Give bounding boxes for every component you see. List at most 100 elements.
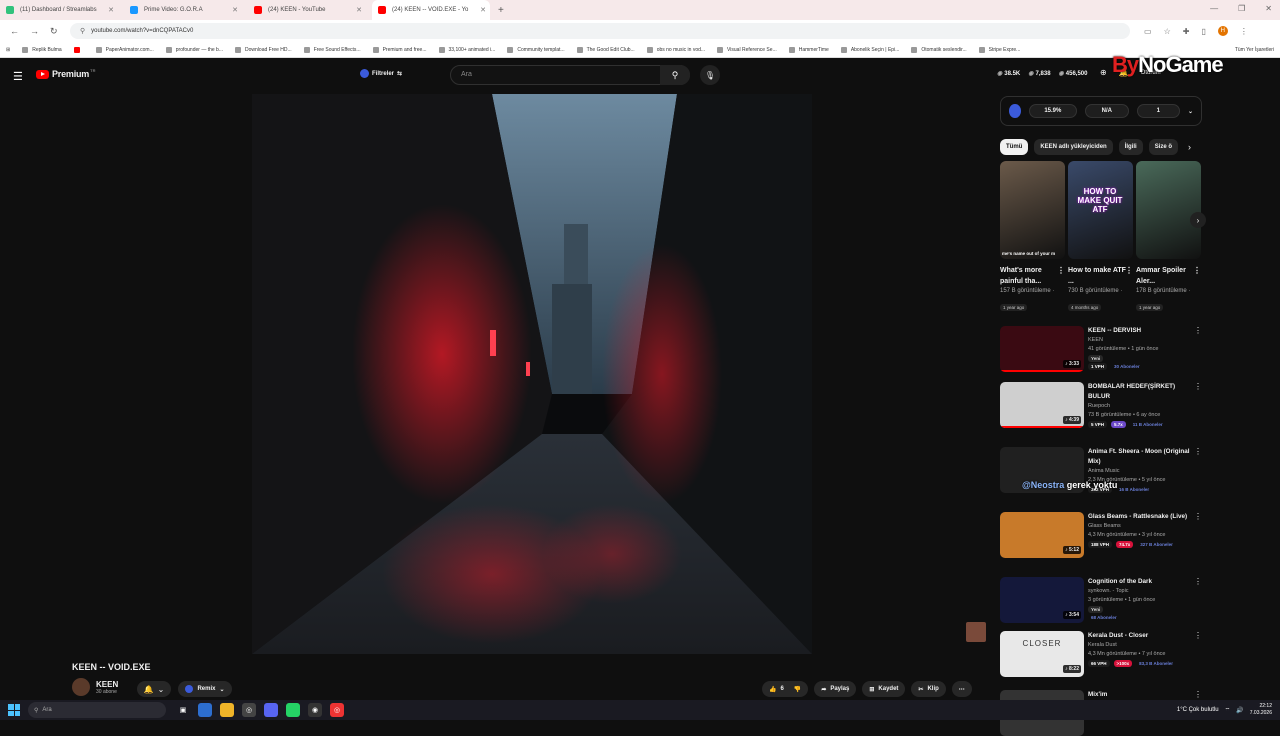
rec-channel[interactable]: synkown. - Topic: [1088, 587, 1192, 596]
filter-chip[interactable]: KEEN adlı yükleyiciden: [1034, 139, 1113, 155]
task-view-icon[interactable]: ▣: [176, 703, 190, 717]
chevron-right-icon[interactable]: ›: [1188, 142, 1191, 152]
rec-channel[interactable]: Glass Beams: [1088, 522, 1192, 531]
tab-close-icon[interactable]: ✕: [356, 6, 362, 14]
more-options-icon[interactable]: ⋮: [1057, 265, 1065, 276]
back-icon[interactable]: ←: [10, 26, 20, 36]
minimize-icon[interactable]: —: [1210, 4, 1218, 13]
windows-start-icon[interactable]: [8, 704, 20, 716]
video-thumbnail[interactable]: ♪ 3:54: [1000, 577, 1084, 623]
bookmark-item[interactable]: Visual Reference Se...: [717, 46, 777, 53]
bookmark-item[interactable]: Abonelik Seçin | Epi...: [840, 46, 899, 53]
taskbar-search[interactable]: ⚲ Ara: [28, 702, 166, 718]
new-tab-icon[interactable]: +: [498, 5, 504, 16]
browser-tab[interactable]: (11) Dashboard / Streamlabs ✕: [0, 0, 118, 20]
bookmark-item[interactable]: 33,100+ animated i...: [438, 46, 495, 53]
hamburger-menu-icon[interactable]: ☰: [13, 70, 23, 83]
bookmark-item[interactable]: profounder — the b...: [165, 46, 223, 53]
rec-channel[interactable]: Kerala Dust: [1088, 641, 1192, 650]
channel-avatar[interactable]: [72, 678, 90, 696]
clock[interactable]: 22:12 7.03.2026: [1250, 703, 1272, 717]
like-button[interactable]: 👍 6 👎: [762, 681, 809, 697]
app-icon[interactable]: [198, 703, 212, 717]
video-thumbnail[interactable]: ♪ 3:33: [1000, 326, 1084, 372]
bookmark-item[interactable]: Community templat...: [507, 46, 565, 53]
search-button[interactable]: ⚲: [660, 65, 690, 85]
bookmark-item[interactable]: Download Free HD...: [235, 46, 292, 53]
weather-label[interactable]: 1°C Çok bulutlu: [1177, 707, 1219, 713]
short-item[interactable]: me's name out of your m What's more painf…: [1000, 161, 1065, 314]
more-options-icon[interactable]: ⋮: [1194, 382, 1202, 391]
video-player[interactable]: [252, 94, 812, 654]
short-item[interactable]: HOW TO MAKE QUIT ATF How to make ATF ... ⋮…: [1068, 161, 1133, 314]
reload-icon[interactable]: ↻: [50, 26, 60, 37]
share-button[interactable]: ➦ Paylaş: [814, 681, 857, 697]
recommended-item[interactable]: ♪ 3:54 Cognition of the Dark synkown. - To…: [1000, 577, 1202, 623]
forward-icon[interactable]: →: [30, 26, 40, 36]
short-thumbnail[interactable]: me's name out of your m: [1000, 161, 1065, 259]
extensions-icon[interactable]: ✚: [1183, 27, 1190, 36]
thumbs-down-icon[interactable]: 👎: [794, 686, 801, 693]
more-actions-button[interactable]: ⋯: [951, 681, 972, 697]
video-thumbnail[interactable]: ♪ 4:39: [1000, 382, 1084, 428]
bookmark-item[interactable]: Replik Bulma: [22, 46, 62, 53]
more-options-icon[interactable]: ⋮: [1193, 265, 1201, 276]
apps-icon[interactable]: ⊞: [6, 47, 10, 53]
short-item[interactable]: Ammar Spoiler Aler... ⋮ 178 B görüntüleme …: [1136, 161, 1201, 314]
cast-icon[interactable]: ▭: [1144, 27, 1152, 36]
bookmark-item[interactable]: Otomatik seslendir...: [911, 46, 967, 53]
remix-button[interactable]: Remix ⌄: [178, 681, 232, 697]
tab-close-icon[interactable]: ✕: [108, 6, 114, 14]
bookmark-item[interactable]: Stripe Expre...: [978, 46, 1020, 53]
close-window-icon[interactable]: ✕: [1265, 4, 1272, 13]
recommended-item[interactable]: ♪ 4:39 BOMBALAR HEDEF(ŞİRKET) BULUR Ruepoc…: [1000, 382, 1202, 428]
short-thumbnail[interactable]: [1136, 161, 1201, 259]
filter-chip[interactable]: Tümü: [1000, 139, 1029, 155]
bookmark-item[interactable]: [73, 46, 84, 53]
rec-channel[interactable]: KEEN: [1088, 336, 1192, 345]
discord-icon[interactable]: [264, 703, 278, 717]
obs-icon[interactable]: ◉: [308, 703, 322, 717]
youtube-logo[interactable]: Premium TR: [36, 68, 95, 79]
browser-tab[interactable]: Prime Video: G.O.R.A ✕: [124, 0, 242, 20]
shorts-next-button[interactable]: ›: [1190, 212, 1206, 228]
whatsapp-icon[interactable]: [286, 703, 300, 717]
more-options-icon[interactable]: ⋮: [1194, 326, 1202, 335]
more-options-icon[interactable]: ⋮: [1194, 447, 1202, 456]
bookmark-item[interactable]: Premium and free...: [372, 46, 427, 53]
save-button[interactable]: ⊞ Kaydet: [862, 681, 906, 697]
channel-info[interactable]: KEEN 30 abone: [72, 678, 118, 696]
recommended-item[interactable]: ♪ 3:33 KEEN -- DERVISH KEEN 41 görüntüleme …: [1000, 326, 1202, 372]
subscription-bell-button[interactable]: 🔔 ⌄: [137, 681, 171, 697]
short-thumbnail[interactable]: HOW TO MAKE QUIT ATF: [1068, 161, 1133, 259]
site-info-icon[interactable]: ⚲: [80, 27, 85, 35]
create-icon[interactable]: ⊕: [1100, 68, 1107, 77]
bookmark-star-icon[interactable]: ☆: [1164, 27, 1171, 36]
filters-button[interactable]: Filtreler ⇆: [360, 69, 402, 78]
bookmark-item[interactable]: PaperAnimator.com...: [95, 46, 154, 53]
tab-close-icon[interactable]: ✕: [480, 6, 486, 14]
browser-tab[interactable]: (24) KEEN -- VOID.EXE - Yo ✕: [372, 0, 490, 20]
file-explorer-icon[interactable]: [220, 703, 234, 717]
chrome-alt-icon[interactable]: ◎: [330, 703, 344, 717]
menu-icon[interactable]: ⋮: [1240, 27, 1248, 36]
more-options-icon[interactable]: ⋮: [1194, 690, 1202, 699]
url-field[interactable]: ⚲ youtube.com/watch?v=dnCQPATACv0: [70, 23, 1130, 39]
profile-avatar[interactable]: H: [1217, 26, 1228, 36]
clip-button[interactable]: ✂ Klip: [911, 681, 946, 697]
maximize-icon[interactable]: ❐: [1238, 4, 1245, 13]
all-bookmarks[interactable]: Tüm Yer İşaretleri: [1235, 47, 1274, 53]
recommended-item[interactable]: CLOSER ♪ 8:22 Kerala Dust - Closer Kerala D…: [1000, 631, 1202, 677]
search-input[interactable]: Ara: [450, 65, 690, 85]
video-thumbnail[interactable]: CLOSER ♪ 8:22: [1000, 631, 1084, 677]
rec-channel[interactable]: Anima Music: [1088, 467, 1192, 476]
video-thumbnail[interactable]: ♪ 5:12: [1000, 512, 1084, 558]
bookmark-item[interactable]: HammerTime: [788, 46, 829, 53]
volume-icon[interactable]: 🔊: [1236, 707, 1243, 714]
wifi-icon[interactable]: ⌔: [1225, 706, 1231, 714]
bookmark-item[interactable]: The Good Edit Club...: [576, 46, 635, 53]
tab-close-icon[interactable]: ✕: [232, 6, 238, 14]
recommended-item[interactable]: ♪ 5:12 Glass Beams - Rattlesnake (Live) Gl…: [1000, 512, 1202, 558]
bookmark-item[interactable]: obs no music in vod...: [646, 46, 705, 53]
filter-chip[interactable]: İlgili: [1118, 139, 1143, 155]
